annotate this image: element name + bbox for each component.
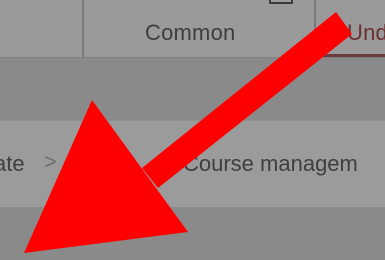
screenshot-stage: Common Und ate > > Course managem [0, 0, 385, 260]
arrow-shaft [142, 12, 352, 188]
annotation-arrow [24, 12, 352, 253]
